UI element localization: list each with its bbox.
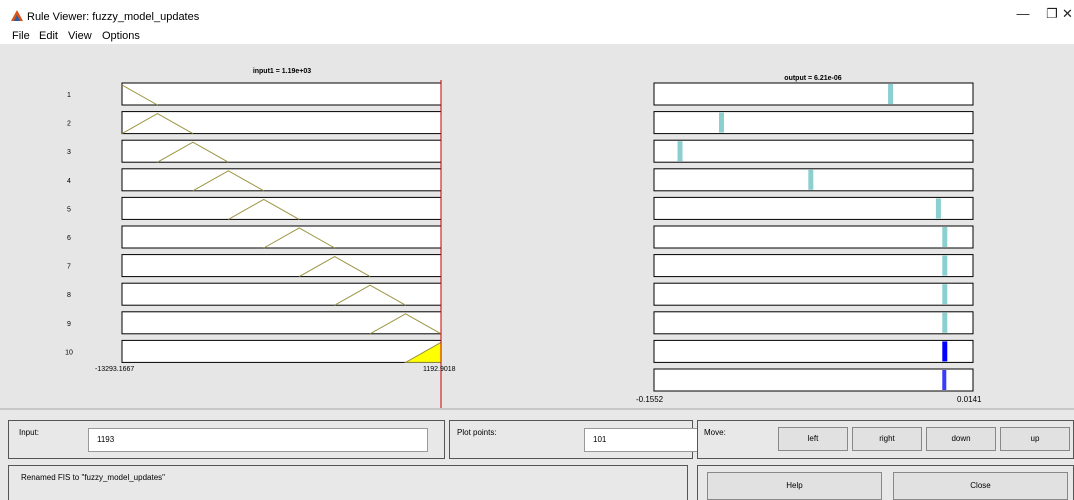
output-bar [935,198,941,219]
input-mf-box [121,139,442,163]
menu-file[interactable]: File [12,30,30,42]
aggregate-output-bar [942,370,947,390]
output-bar [942,284,948,305]
output-box [653,311,974,335]
output-box [653,139,974,163]
title-bar: Rule Viewer: fuzzy_model_updates — ❐ ✕ [0,0,1074,28]
minimize-button[interactable]: — [1008,4,1038,24]
window-title: Rule Viewer: fuzzy_model_updates [27,11,200,23]
output-box [653,225,974,249]
output-bar [942,227,948,247]
output-bar [888,84,894,104]
menu-view[interactable]: View [68,30,92,42]
status-text: Renamed FIS to "fuzzy_model_updates" [21,473,165,482]
output-bar [808,169,814,190]
output-box [653,168,974,192]
input-mf-box [121,196,442,220]
output-box [653,339,974,363]
move-up-button[interactable]: up [1000,427,1070,451]
input-mf-box [121,282,442,306]
output-bar [677,141,683,162]
rule-number: 5 [67,206,71,213]
output-box [653,254,974,278]
close-button[interactable]: Close [893,472,1068,500]
output-bar [942,255,948,276]
rule-number: 7 [67,264,71,271]
output-bar [942,312,948,333]
rule-number: 6 [67,235,71,242]
help-button[interactable]: Help [707,472,882,500]
output-box [653,82,974,106]
rule-number: 2 [67,121,71,128]
matlab-icon [11,10,23,21]
status-panel: Renamed FIS to "fuzzy_model_updates" [8,465,688,500]
output-box [653,111,974,135]
aggregate-output-box [653,368,974,392]
input-mf-box [121,311,442,335]
rule-number: 8 [67,292,71,299]
plot-points-label: Plot points: [457,428,497,437]
move-right-button[interactable]: right [852,427,922,451]
rule-plots[interactable]: input1 = 1.19e+03 output = 6.21e-06 1 2 3 4… [0,44,1074,414]
move-left-button[interactable]: left [778,427,848,451]
input-mf-box [121,225,442,249]
close-window-button[interactable]: ✕ [1062,4,1074,24]
menu-options[interactable]: Options [102,30,140,42]
output-bar [718,112,724,133]
input-field[interactable]: 1193 [88,428,428,452]
input-mf-box [121,82,442,106]
move-label: Move: [704,428,726,437]
rule-number: 9 [67,321,71,328]
rule-number: 10 [65,349,73,356]
input-label: Input: [19,428,40,437]
output-range-max: 0.0141 [957,395,982,404]
output-plot-title: output = 6.21e-06 [784,75,841,82]
input-mf-box [121,254,442,278]
input-range-min: -13293.1667 [95,366,134,373]
rule-number: 1 [67,92,71,99]
rule-number: 4 [67,178,71,185]
output-range-min: -0.1552 [636,395,664,404]
move-down-button[interactable]: down [926,427,996,451]
input-mf-box [121,168,442,192]
rule-number: 3 [67,149,71,156]
rule-plot-area: input1 = 1.19e+03 output = 6.21e-06 1 2 3 4… [0,44,1074,414]
control-panel: Input: 1193 Plot points: 101 Move: left … [0,410,1074,500]
input-range-max: 1192.9018 [423,366,456,373]
menu-edit[interactable]: Edit [39,30,58,42]
output-box [653,196,974,220]
input-mf-box [121,111,442,135]
input-plot-title: input1 = 1.19e+03 [253,68,311,75]
input-mf-box [121,339,442,363]
output-box [653,282,974,306]
menu-bar: File Edit View Options [0,28,1074,44]
plot-points-field[interactable]: 101 [584,428,704,452]
output-bar [942,341,948,362]
